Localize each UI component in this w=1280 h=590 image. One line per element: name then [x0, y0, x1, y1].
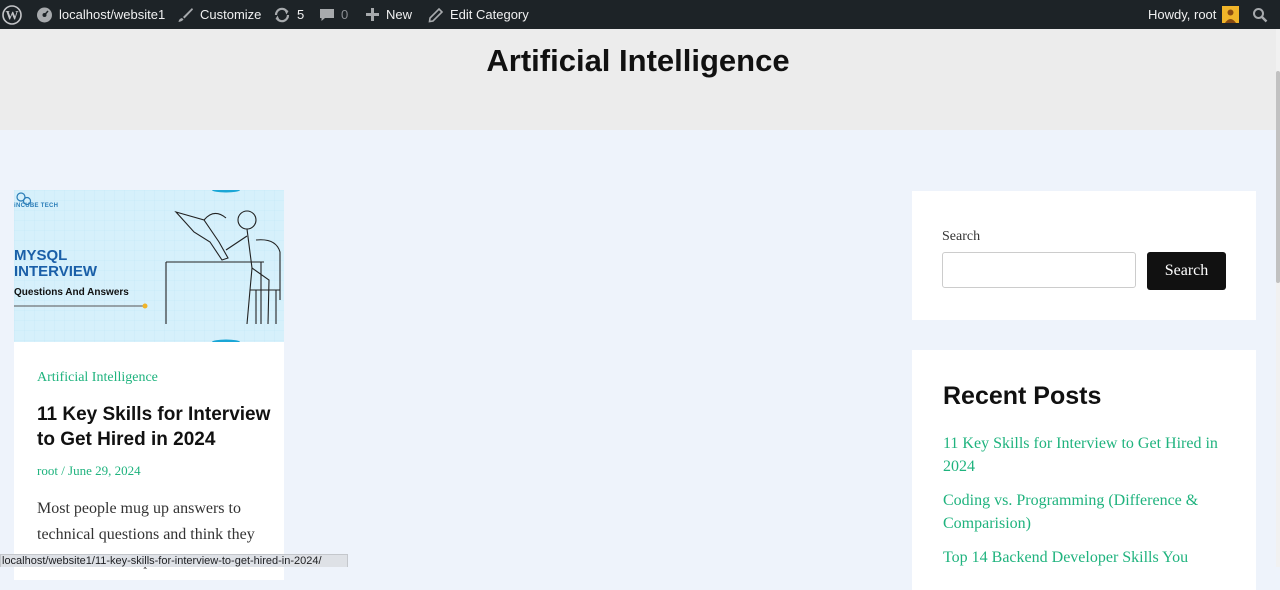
recent-posts-title: Recent Posts [943, 382, 1102, 410]
edit-category-link[interactable]: Edit Category [428, 0, 529, 29]
comments-count: 0 [341, 7, 349, 22]
post-title-link[interactable]: 11 Key Skills for Interview to Get Hired… [37, 402, 277, 452]
wordpress-logo-icon[interactable]: W [2, 0, 22, 29]
new-content-link[interactable]: New [365, 0, 412, 29]
comments-link[interactable]: 0 [319, 0, 348, 29]
brush-icon [178, 8, 193, 22]
updates-icon [274, 7, 290, 22]
thumbnail-brand: iNCUBE TECH [14, 203, 59, 209]
search-button[interactable]: Search [1147, 252, 1226, 290]
updates-count: 5 [297, 7, 305, 22]
post-category-link[interactable]: Artificial Intelligence [37, 370, 158, 386]
post-card: iNCUBE TECH MYSQL INTERVIEW Questions An… [14, 190, 284, 580]
dashboard-icon [37, 7, 52, 23]
scrollbar[interactable] [1276, 29, 1280, 567]
avatar [1222, 6, 1240, 23]
customize-label: Customize [200, 7, 262, 22]
edit-category-label: Edit Category [450, 7, 529, 22]
scrollbar-thumb[interactable] [1276, 71, 1280, 283]
search-label: Search [942, 229, 981, 244]
plus-icon [366, 8, 379, 21]
customize-link[interactable]: Customize [177, 0, 261, 29]
svg-text:W: W [6, 7, 19, 22]
recent-posts-list: 11 Key Skills for Interview to Get Hired… [943, 432, 1223, 580]
post-meta[interactable]: root / June 29, 2024 [37, 463, 141, 479]
page-title: Artificial Intelligence [486, 43, 790, 78]
post-thumbnail[interactable]: iNCUBE TECH MYSQL INTERVIEW Questions An… [14, 190, 284, 342]
recent-post-link[interactable]: Top 14 Backend Developer Skills You [943, 546, 1223, 569]
my-account-link[interactable]: Howdy, root [1148, 0, 1240, 29]
updates-link[interactable]: 5 [273, 0, 304, 29]
search-icon[interactable] [1252, 0, 1268, 29]
admin-bar: W localhost/website1 Customize 5 0 New E… [0, 0, 1280, 29]
search-widget: Search Search [912, 191, 1256, 320]
recent-post-link[interactable]: 11 Key Skills for Interview to Get Hired… [943, 432, 1223, 478]
link-status-bar: localhost/website1/11-key-skills-for-int… [0, 554, 348, 567]
site-name-link[interactable]: localhost/website1 [36, 0, 165, 29]
comment-icon [320, 8, 334, 21]
search-input[interactable] [942, 252, 1136, 288]
recent-post-link[interactable]: Coding vs. Programming (Difference & Com… [943, 489, 1223, 535]
archive-header: Artificial Intelligence [0, 29, 1276, 130]
recent-posts-widget: Recent Posts 11 Key Skills for Interview… [912, 350, 1256, 590]
pencil-icon [428, 7, 444, 22]
howdy-text: Howdy, root [1148, 7, 1217, 22]
thumbnail-subheading: Questions And Answers [14, 287, 129, 298]
thumbnail-heading-line2: INTERVIEW [14, 263, 98, 280]
site-name: localhost/website1 [59, 7, 166, 22]
new-label: New [386, 7, 413, 22]
thumbnail-heading-line1: MYSQL [14, 247, 68, 264]
